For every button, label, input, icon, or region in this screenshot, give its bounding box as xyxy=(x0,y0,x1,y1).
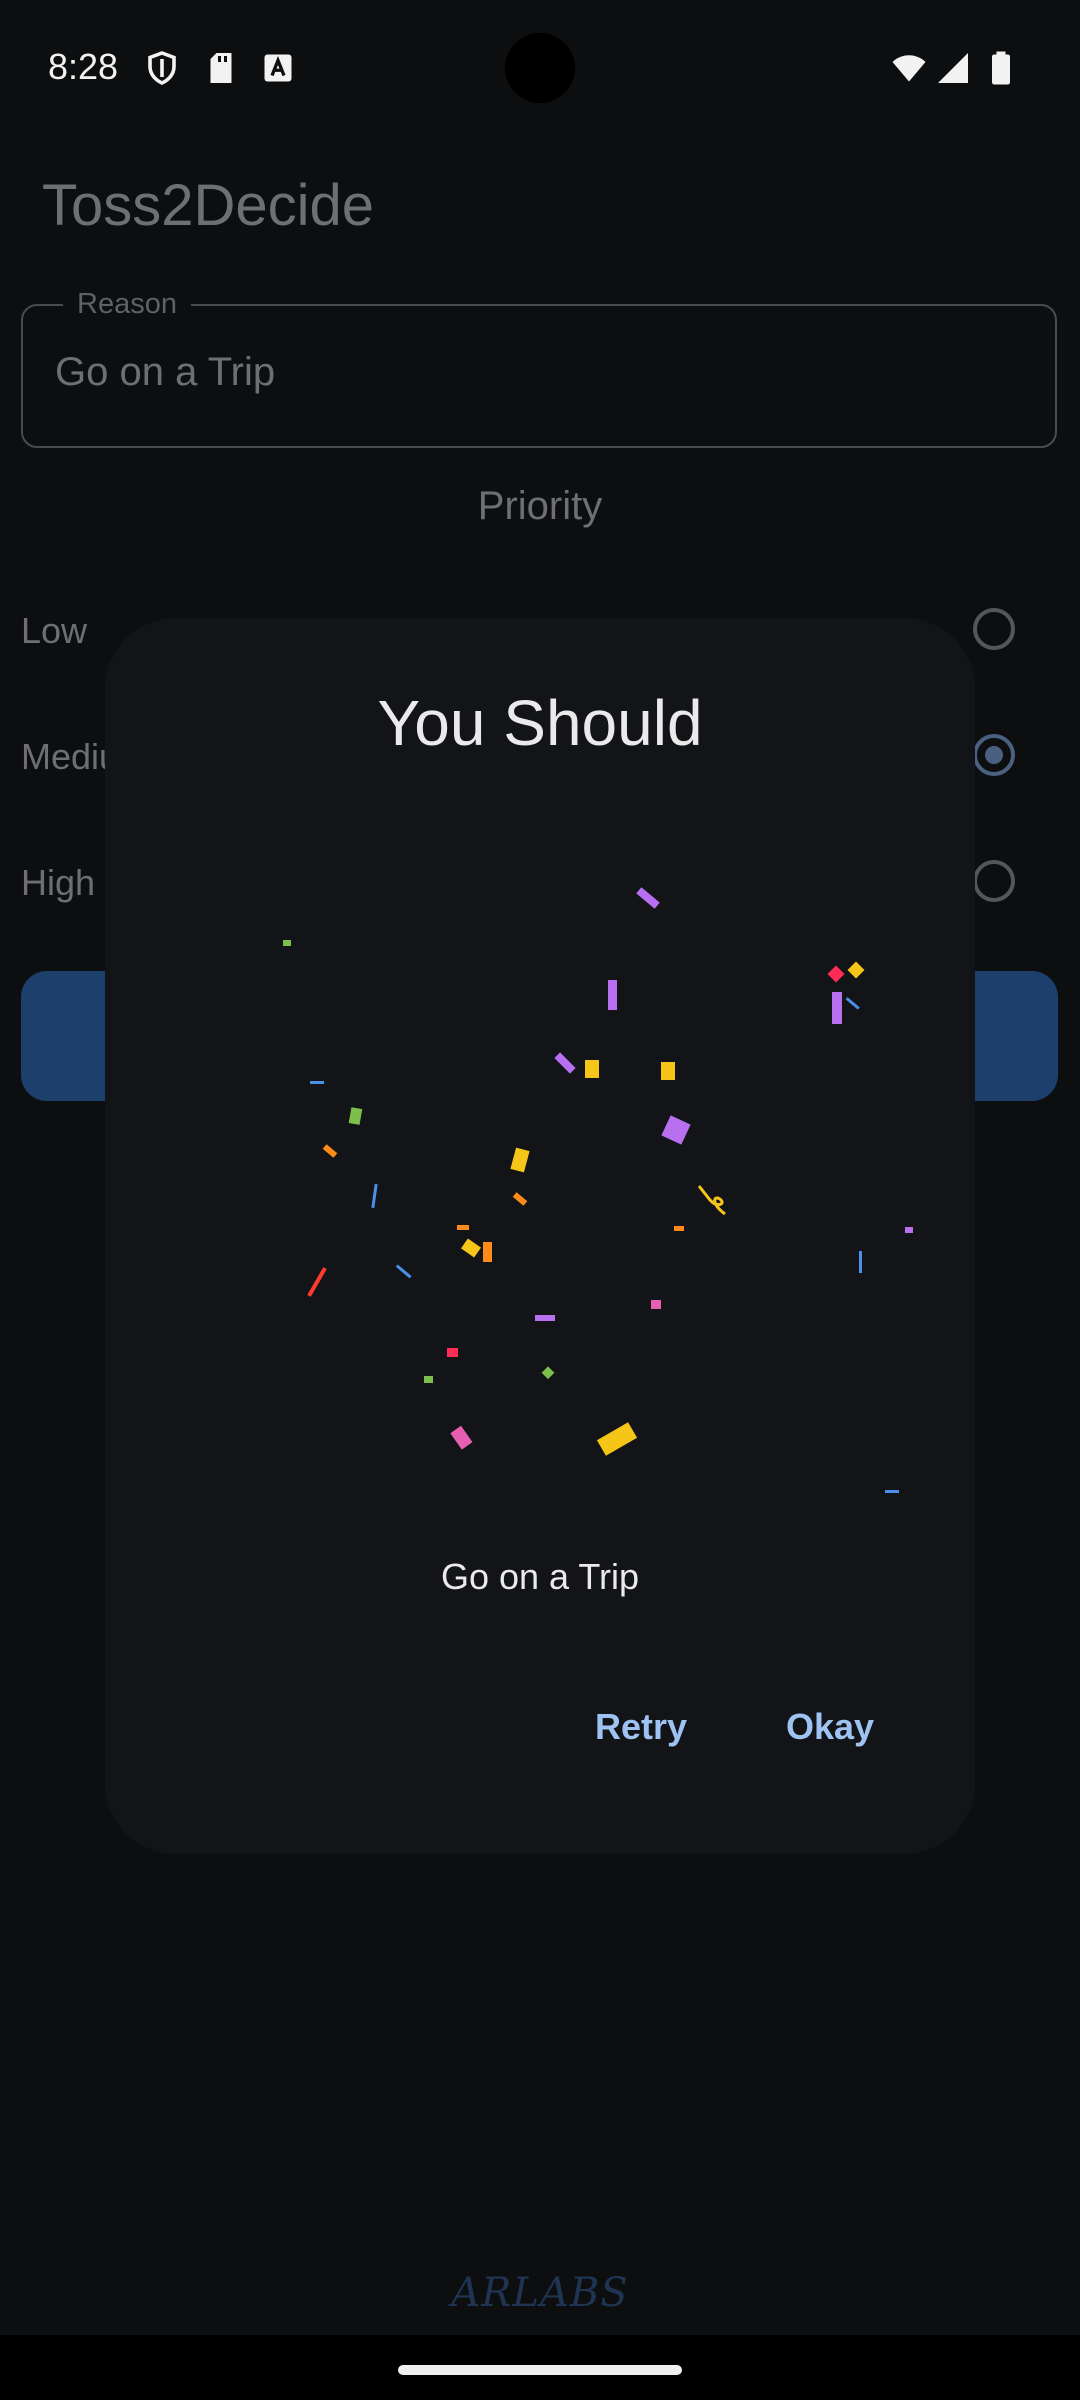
keyboard-a-icon xyxy=(264,54,292,82)
dialog-result-text: Go on a Trip xyxy=(440,1556,640,1597)
confetti-animation xyxy=(283,887,913,1493)
shield-icon xyxy=(148,51,176,85)
status-bar: 8:28 xyxy=(0,0,1080,140)
priority-high-label: High xyxy=(21,862,96,903)
reason-field[interactable]: Reason Go on a Trip xyxy=(21,288,1057,448)
priority-medium-radio[interactable] xyxy=(973,734,1015,776)
okay-button[interactable]: Okay xyxy=(786,1706,874,1748)
wifi-icon xyxy=(892,55,926,82)
battery-icon xyxy=(992,51,1010,85)
confetti-pieces xyxy=(283,887,913,1493)
priority-low-label: Low xyxy=(21,610,88,651)
priority-heading: Priority xyxy=(477,484,603,528)
retry-button[interactable]: Retry xyxy=(595,1706,687,1748)
priority-low-radio[interactable] xyxy=(973,608,1015,650)
brand-logo: ARLABS xyxy=(451,2270,629,2316)
reason-label: Reason xyxy=(63,288,191,321)
camera-cutout xyxy=(505,33,575,103)
app-title: Toss2Decide xyxy=(42,173,375,238)
navigation-bar xyxy=(0,2335,1080,2400)
signal-icon xyxy=(938,53,968,83)
home-indicator[interactable] xyxy=(398,2365,682,2375)
sd-card-icon xyxy=(210,53,232,83)
reason-value[interactable]: Go on a Trip xyxy=(55,350,275,395)
priority-high-radio[interactable] xyxy=(973,860,1015,902)
status-time: 8:28 xyxy=(48,46,119,87)
result-dialog: You Should Go on a Trip Retry Okay xyxy=(105,618,975,1854)
